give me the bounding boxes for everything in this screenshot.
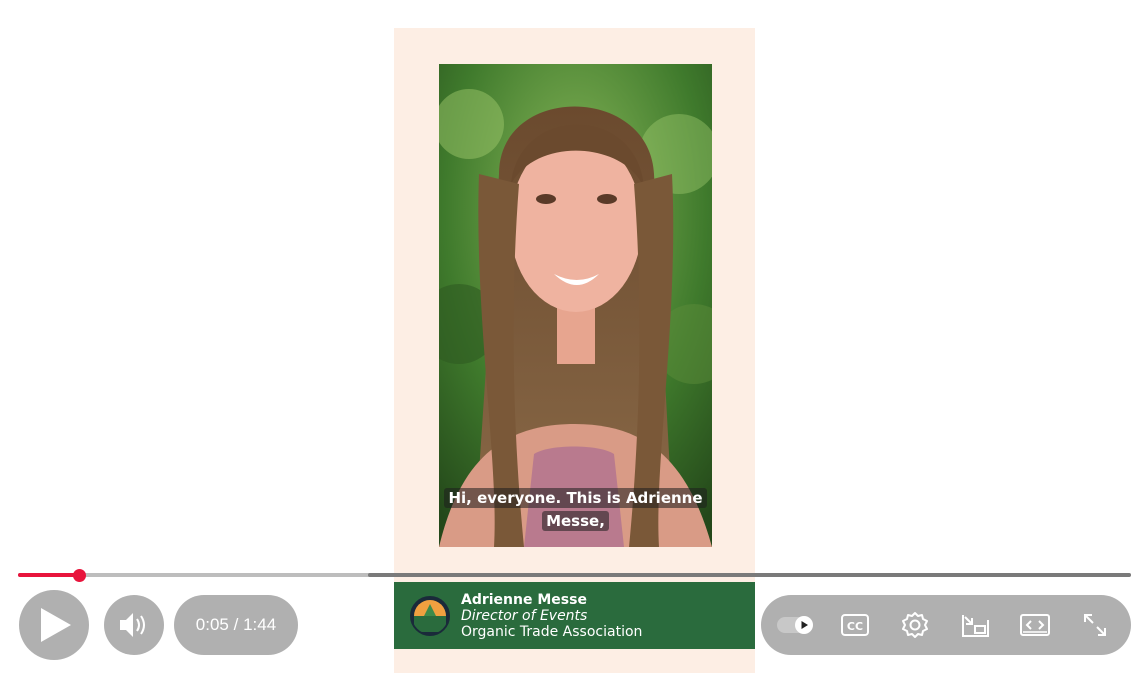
speaker-organization: Organic Trade Association bbox=[461, 624, 643, 640]
lower-third-banner: Adrienne Messe Director of Events Organi… bbox=[394, 582, 755, 649]
miniplayer-icon bbox=[962, 615, 989, 637]
caption-line-1: Hi, everyone. This is Adrienne bbox=[444, 488, 707, 508]
time-separator: / bbox=[233, 615, 239, 634]
fullscreen-icon bbox=[1084, 614, 1106, 636]
play-button[interactable] bbox=[19, 590, 89, 660]
progress-played bbox=[18, 573, 80, 577]
progress-unloaded bbox=[368, 573, 1131, 577]
current-time: 0:05 bbox=[195, 615, 229, 634]
autoplay-toggle-icon bbox=[777, 616, 813, 634]
speaker-role: Director of Events bbox=[461, 608, 588, 624]
caption-line-2: Messe, bbox=[542, 511, 609, 531]
subtitle-caption: Hi, everyone. This is Adrienne Messe, bbox=[439, 487, 712, 533]
speaker-name: Adrienne Messe bbox=[461, 592, 587, 608]
time-display: 0:05 / 1:44 bbox=[174, 595, 298, 655]
theater-mode-button[interactable] bbox=[1015, 605, 1055, 645]
volume-icon bbox=[120, 613, 145, 637]
fullscreen-button[interactable] bbox=[1075, 605, 1115, 645]
settings-button[interactable] bbox=[895, 605, 935, 645]
video-image: Hi, everyone. This is Adrienne Messe, bbox=[439, 64, 712, 547]
duration: 1:44 bbox=[243, 615, 277, 634]
organization-logo-icon bbox=[410, 596, 450, 636]
volume-button[interactable] bbox=[104, 595, 164, 655]
svg-text:CC: CC bbox=[847, 620, 863, 633]
theater-mode-icon bbox=[1020, 614, 1050, 636]
right-controls: CC bbox=[761, 595, 1131, 655]
play-icon bbox=[41, 608, 71, 642]
captions-button[interactable]: CC bbox=[835, 605, 875, 645]
speaker-portrait-image bbox=[439, 64, 712, 547]
miniplayer-button[interactable] bbox=[955, 605, 995, 645]
captions-icon: CC bbox=[841, 614, 869, 636]
progress-scrubber[interactable] bbox=[73, 569, 87, 582]
autoplay-toggle[interactable] bbox=[775, 605, 815, 645]
settings-icon bbox=[902, 612, 928, 638]
progress-bar[interactable] bbox=[18, 569, 1131, 582]
